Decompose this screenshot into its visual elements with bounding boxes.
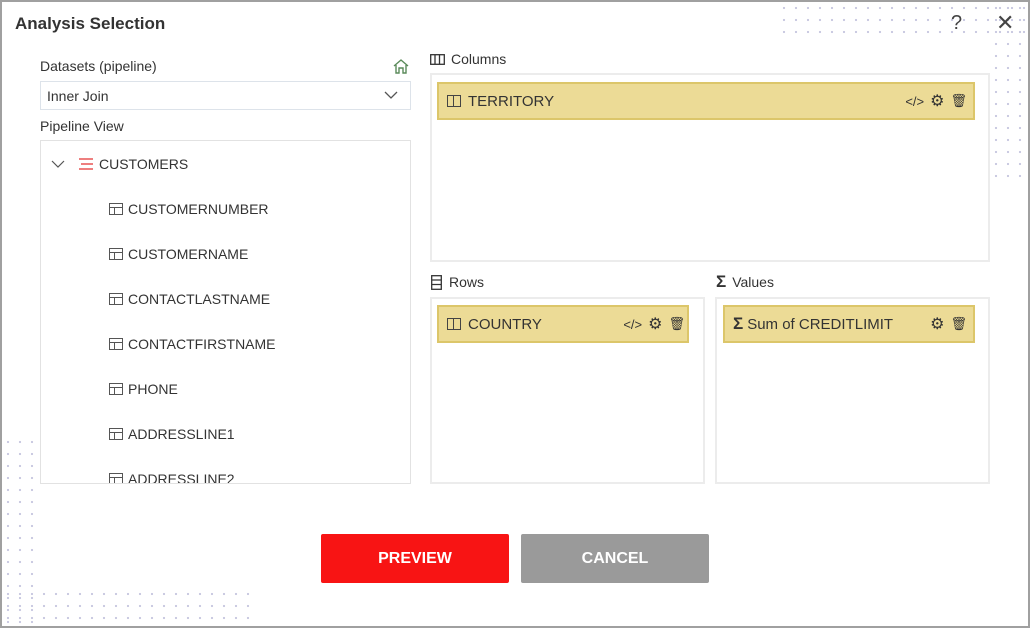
trash-icon[interactable]: 🗑 bbox=[950, 316, 967, 332]
trash-icon[interactable]: 🗑 bbox=[668, 316, 685, 332]
column-field-icon bbox=[447, 95, 461, 107]
gear-icon[interactable]: ⚙ bbox=[648, 314, 662, 334]
pipeline-view-label: Pipeline View bbox=[40, 118, 124, 134]
tree-field[interactable]: PHONE bbox=[109, 381, 178, 397]
tree-field[interactable]: CONTACTFIRSTNAME bbox=[109, 336, 276, 352]
column-chip[interactable]: TERRITORY </> ⚙ 🗑 bbox=[437, 82, 975, 120]
sigma-icon: Σ bbox=[733, 314, 744, 333]
columns-header: Columns bbox=[430, 51, 506, 67]
table-field-icon bbox=[109, 338, 123, 350]
rows-icon bbox=[431, 274, 442, 290]
chip-label: TERRITORY bbox=[468, 92, 555, 110]
table-field-icon bbox=[109, 248, 123, 260]
field-label: ADDRESSLINE2 bbox=[128, 471, 235, 484]
field-label: CUSTOMERNAME bbox=[128, 246, 249, 262]
table-list-icon bbox=[79, 158, 93, 170]
row-chip[interactable]: COUNTRY </> ⚙ 🗑 bbox=[437, 305, 689, 343]
dialog-title: Analysis Selection bbox=[15, 14, 166, 33]
rows-header: Rows bbox=[431, 274, 484, 290]
chevron-down-icon[interactable] bbox=[51, 160, 65, 169]
trash-icon[interactable]: 🗑 bbox=[950, 93, 967, 109]
table-field-icon bbox=[109, 428, 123, 440]
field-label: CUSTOMERNUMBER bbox=[128, 201, 269, 217]
values-label: Values bbox=[732, 274, 774, 290]
field-label: CONTACTFIRSTNAME bbox=[128, 336, 276, 352]
decorative-dots bbox=[2, 588, 252, 626]
tree-node-customers[interactable]: CUSTOMERS bbox=[51, 156, 188, 172]
chevron-down-icon bbox=[384, 91, 398, 99]
field-label: ADDRESSLINE1 bbox=[128, 426, 235, 442]
tree-field[interactable]: CUSTOMERNAME bbox=[109, 246, 248, 262]
column-field-icon bbox=[447, 318, 461, 330]
columns-label: Columns bbox=[451, 51, 507, 67]
field-label: PHONE bbox=[128, 381, 178, 397]
table-field-icon bbox=[109, 383, 123, 395]
gear-icon[interactable]: ⚙ bbox=[930, 91, 944, 111]
code-icon[interactable]: </> bbox=[623, 317, 642, 332]
field-label: CONTACTLASTNAME bbox=[128, 291, 271, 307]
chip-label: Sum of CREDITLIMIT bbox=[747, 315, 894, 333]
table-field-icon bbox=[109, 203, 123, 215]
tree-field[interactable]: ADDRESSLINE2 bbox=[109, 471, 235, 484]
pipeline-tree[interactable]: CUSTOMERS CUSTOMERNUMBER CUSTOMERNAME CO… bbox=[40, 140, 411, 484]
help-icon[interactable]: ? bbox=[951, 12, 962, 35]
values-header: Σ Values bbox=[716, 272, 774, 291]
home-icon[interactable] bbox=[392, 58, 410, 75]
datasets-selected-value: Inner Join bbox=[47, 88, 109, 104]
tree-node-label: CUSTOMERS bbox=[99, 156, 189, 172]
tree-field[interactable]: ADDRESSLINE1 bbox=[109, 426, 235, 442]
tree-field[interactable]: CUSTOMERNUMBER bbox=[109, 201, 269, 217]
preview-button[interactable]: PREVIEW bbox=[321, 534, 509, 583]
datasets-label: Datasets (pipeline) bbox=[40, 58, 157, 74]
close-icon[interactable]: ✕ bbox=[996, 10, 1014, 36]
table-field-icon bbox=[109, 473, 123, 483]
gear-icon[interactable]: ⚙ bbox=[930, 314, 944, 334]
columns-icon bbox=[430, 53, 445, 65]
table-field-icon bbox=[109, 293, 123, 305]
tree-field[interactable]: CONTACTLASTNAME bbox=[109, 291, 270, 307]
cancel-button[interactable]: CANCEL bbox=[521, 534, 709, 583]
sigma-icon: Σ bbox=[716, 272, 727, 291]
rows-label: Rows bbox=[449, 274, 485, 290]
datasets-select[interactable]: Inner Join bbox=[40, 81, 411, 110]
value-chip[interactable]: Σ Sum of CREDITLIMIT ⚙ 🗑 bbox=[723, 305, 975, 343]
chip-label: COUNTRY bbox=[468, 315, 542, 333]
code-icon[interactable]: </> bbox=[905, 94, 924, 109]
